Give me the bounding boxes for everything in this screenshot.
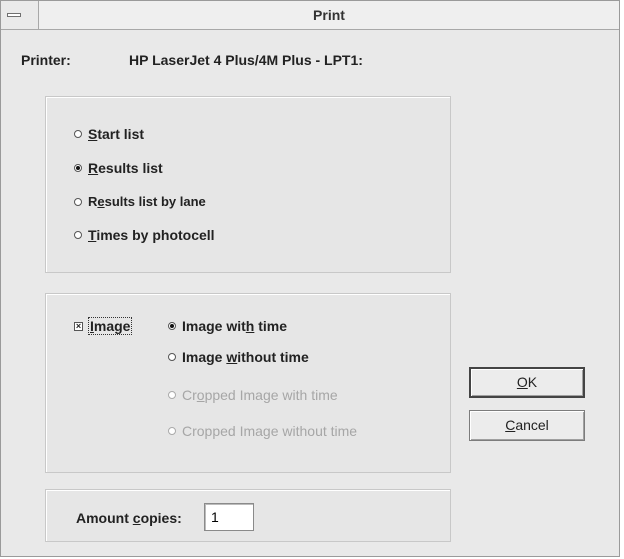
radio-cropped-image-with-time[interactable]: Cropped Image with time [168,387,338,403]
print-dialog: Print Printer: HP LaserJet 4 Plus/4M Plu… [0,0,620,557]
radio-indicator [168,427,176,436]
radio-indicator [74,197,82,206]
radio-indicator [168,322,176,331]
radio-image-without-time[interactable]: Image without time [168,349,309,365]
title-bar: Print [1,1,619,30]
system-menu-button[interactable] [1,1,39,29]
ok-button[interactable]: OK [469,367,585,398]
printer-label: Printer: [21,52,71,68]
radio-indicator [74,231,82,240]
window-title: Print [313,7,345,23]
radio-results-list-by-lane[interactable]: Results list by lane [74,194,206,209]
radio-cropped-image-without-time[interactable]: Cropped Image without time [168,423,357,439]
radio-indicator [74,130,82,139]
radio-indicator [74,164,82,173]
copies-label: Amount copies: [76,510,182,526]
radio-image-with-time[interactable]: Image with time [168,318,287,334]
printer-name: HP LaserJet 4 Plus/4M Plus - LPT1: [129,52,363,68]
radio-results-list[interactable]: Results list [74,160,163,176]
system-menu-icon [7,13,21,17]
copies-group: Amount copies: [45,489,451,542]
image-group: × Image Image with time Image without tim… [45,293,451,473]
cancel-button[interactable]: Cancel [469,410,585,441]
radio-indicator [168,353,176,362]
checkbox-checked-icon: × [74,320,83,331]
radio-start-list[interactable]: Start list [74,126,144,142]
radio-times-by-photocell[interactable]: Times by photocell [74,227,215,243]
radio-indicator [168,391,176,400]
copies-input[interactable] [204,503,254,531]
list-type-group: Start list Results list Results list by … [45,96,451,273]
image-checkbox[interactable]: × Image [74,317,133,335]
